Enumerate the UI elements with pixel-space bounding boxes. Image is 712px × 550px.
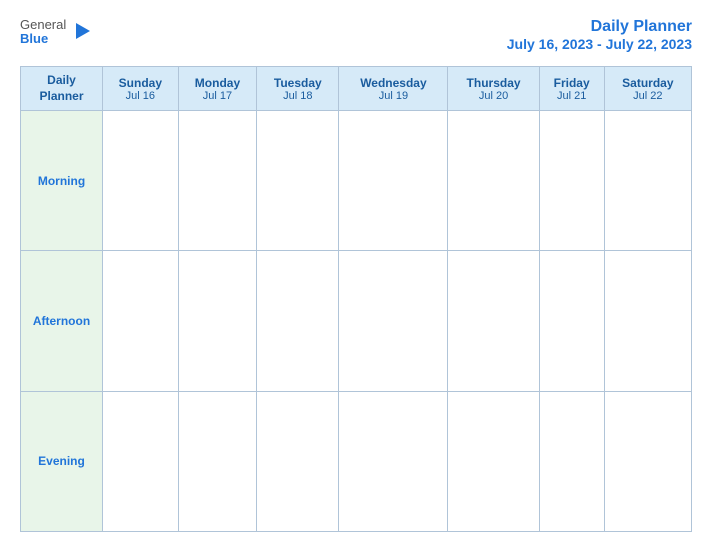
cell-morning-wed[interactable]	[339, 111, 448, 251]
page-title: Daily Planner	[507, 18, 692, 36]
day-name: Monday	[183, 76, 253, 90]
cell-afternoon-tue[interactable]	[257, 251, 339, 391]
page-header: General Blue Daily Planner July 16, 2023…	[20, 18, 692, 52]
cell-evening-sat[interactable]	[604, 391, 691, 531]
day-name: Tuesday	[261, 76, 334, 90]
table-row: Evening	[21, 391, 692, 531]
table-row: Morning	[21, 111, 692, 251]
day-date: Jul 22	[609, 90, 687, 102]
row-label-afternoon: Afternoon	[21, 251, 103, 391]
cell-evening-thu[interactable]	[448, 391, 539, 531]
logo: General Blue	[20, 18, 94, 47]
day-name: Sunday	[107, 76, 174, 90]
row-label-morning: Morning	[21, 111, 103, 251]
cell-morning-fri[interactable]	[539, 111, 604, 251]
cell-afternoon-wed[interactable]	[339, 251, 448, 391]
col-thursday: Thursday Jul 20	[448, 67, 539, 111]
day-name: Wednesday	[343, 76, 443, 90]
table-row: Afternoon	[21, 251, 692, 391]
planner-table: DailyPlanner Sunday Jul 16 Monday Jul 17…	[20, 66, 692, 532]
col-sunday: Sunday Jul 16	[103, 67, 179, 111]
day-name: Thursday	[452, 76, 534, 90]
col-friday: Friday Jul 21	[539, 67, 604, 111]
row-label-evening: Evening	[21, 391, 103, 531]
day-date: Jul 16	[107, 90, 174, 102]
day-date: Jul 21	[544, 90, 600, 102]
date-range: July 16, 2023 - July 22, 2023	[507, 36, 692, 52]
cell-morning-tue[interactable]	[257, 111, 339, 251]
logo-general: General	[20, 18, 66, 32]
day-name: Saturday	[609, 76, 687, 90]
day-date: Jul 18	[261, 90, 334, 102]
cell-evening-sun[interactable]	[103, 391, 179, 531]
cell-morning-sat[interactable]	[604, 111, 691, 251]
col-tuesday: Tuesday Jul 18	[257, 67, 339, 111]
col-wednesday: Wednesday Jul 19	[339, 67, 448, 111]
logo-icon	[72, 21, 94, 43]
cell-evening-tue[interactable]	[257, 391, 339, 531]
day-date: Jul 19	[343, 90, 443, 102]
cell-afternoon-mon[interactable]	[178, 251, 257, 391]
cell-morning-mon[interactable]	[178, 111, 257, 251]
day-date: Jul 20	[452, 90, 534, 102]
col-monday: Monday Jul 17	[178, 67, 257, 111]
cell-morning-sun[interactable]	[103, 111, 179, 251]
cell-afternoon-thu[interactable]	[448, 251, 539, 391]
title-area: Daily Planner July 16, 2023 - July 22, 2…	[507, 18, 692, 52]
cell-evening-fri[interactable]	[539, 391, 604, 531]
cell-afternoon-fri[interactable]	[539, 251, 604, 391]
header-label-cell: DailyPlanner	[21, 67, 103, 111]
day-name: Friday	[544, 76, 600, 90]
table-header-row: DailyPlanner Sunday Jul 16 Monday Jul 17…	[21, 67, 692, 111]
logo-blue: Blue	[20, 32, 66, 46]
cell-afternoon-sun[interactable]	[103, 251, 179, 391]
day-date: Jul 17	[183, 90, 253, 102]
col-saturday: Saturday Jul 22	[604, 67, 691, 111]
cell-evening-mon[interactable]	[178, 391, 257, 531]
cell-afternoon-sat[interactable]	[604, 251, 691, 391]
cell-evening-wed[interactable]	[339, 391, 448, 531]
cell-morning-thu[interactable]	[448, 111, 539, 251]
